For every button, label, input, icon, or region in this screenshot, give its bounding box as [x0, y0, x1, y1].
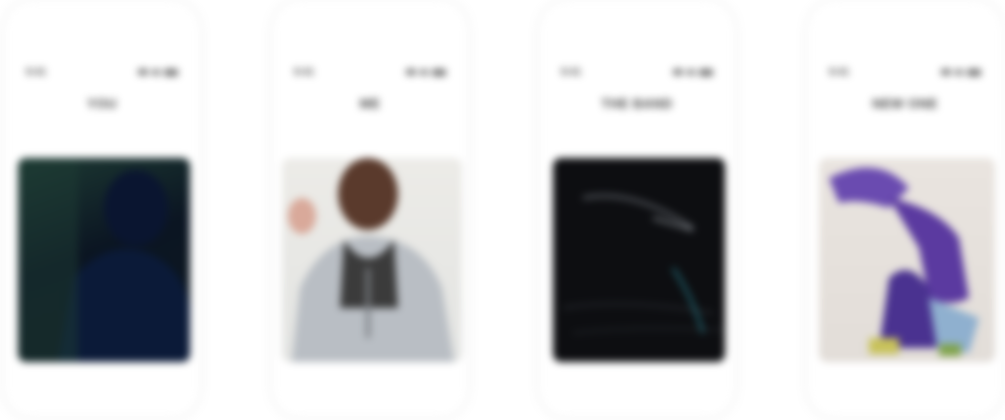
- status-bar: 9:41: [294, 64, 446, 80]
- signal-icon: [138, 69, 148, 75]
- wifi-icon: [687, 69, 695, 75]
- signal-icon: [406, 69, 416, 75]
- album-artwork[interactable]: [819, 158, 995, 362]
- wifi-icon: [152, 69, 160, 75]
- screen-title: THE BAND: [601, 96, 673, 111]
- status-time: 9:41: [294, 66, 315, 78]
- screen-title: ME: [359, 96, 381, 111]
- phone-screen-2: 9:41 ME: [272, 0, 468, 418]
- mockup-stage: 9:41 YOU 9:41 ME 9:41 THE BAND 9:41 NEW …: [0, 0, 1005, 420]
- status-bar: 9:41: [829, 64, 981, 80]
- status-bar: 9:41: [26, 64, 178, 80]
- phone-screen-3: 9:41 THE BAND: [539, 0, 735, 418]
- screen-title: NEW ONE: [872, 96, 938, 111]
- battery-icon: [967, 68, 981, 76]
- battery-icon: [432, 68, 446, 76]
- album-artwork[interactable]: [18, 158, 190, 362]
- album-artwork-dark-portrait-icon: [18, 158, 190, 362]
- battery-icon: [164, 68, 178, 76]
- status-time: 9:41: [26, 66, 47, 78]
- battery-icon: [699, 68, 713, 76]
- phone-screen-1: 9:41 YOU: [4, 0, 200, 418]
- status-bar: 9:41: [561, 64, 713, 80]
- album-artwork[interactable]: [553, 158, 725, 362]
- status-icons: [673, 68, 713, 76]
- album-artwork-dancer-purple-icon: [829, 167, 979, 356]
- wifi-icon: [420, 69, 428, 75]
- wifi-icon: [955, 69, 963, 75]
- status-icons: [406, 68, 446, 76]
- signal-icon: [941, 69, 951, 75]
- status-icons: [138, 68, 178, 76]
- phone-screen-4: 9:41 NEW ONE: [807, 0, 1003, 418]
- album-artwork[interactable]: [282, 158, 462, 362]
- status-time: 9:41: [829, 66, 850, 78]
- screen-title: YOU: [87, 96, 117, 111]
- album-artwork-portrait-hoodie-icon: [288, 158, 454, 362]
- status-time: 9:41: [561, 66, 582, 78]
- signal-icon: [673, 69, 683, 75]
- album-artwork-dark-abstract-icon: [562, 194, 724, 334]
- status-icons: [941, 68, 981, 76]
